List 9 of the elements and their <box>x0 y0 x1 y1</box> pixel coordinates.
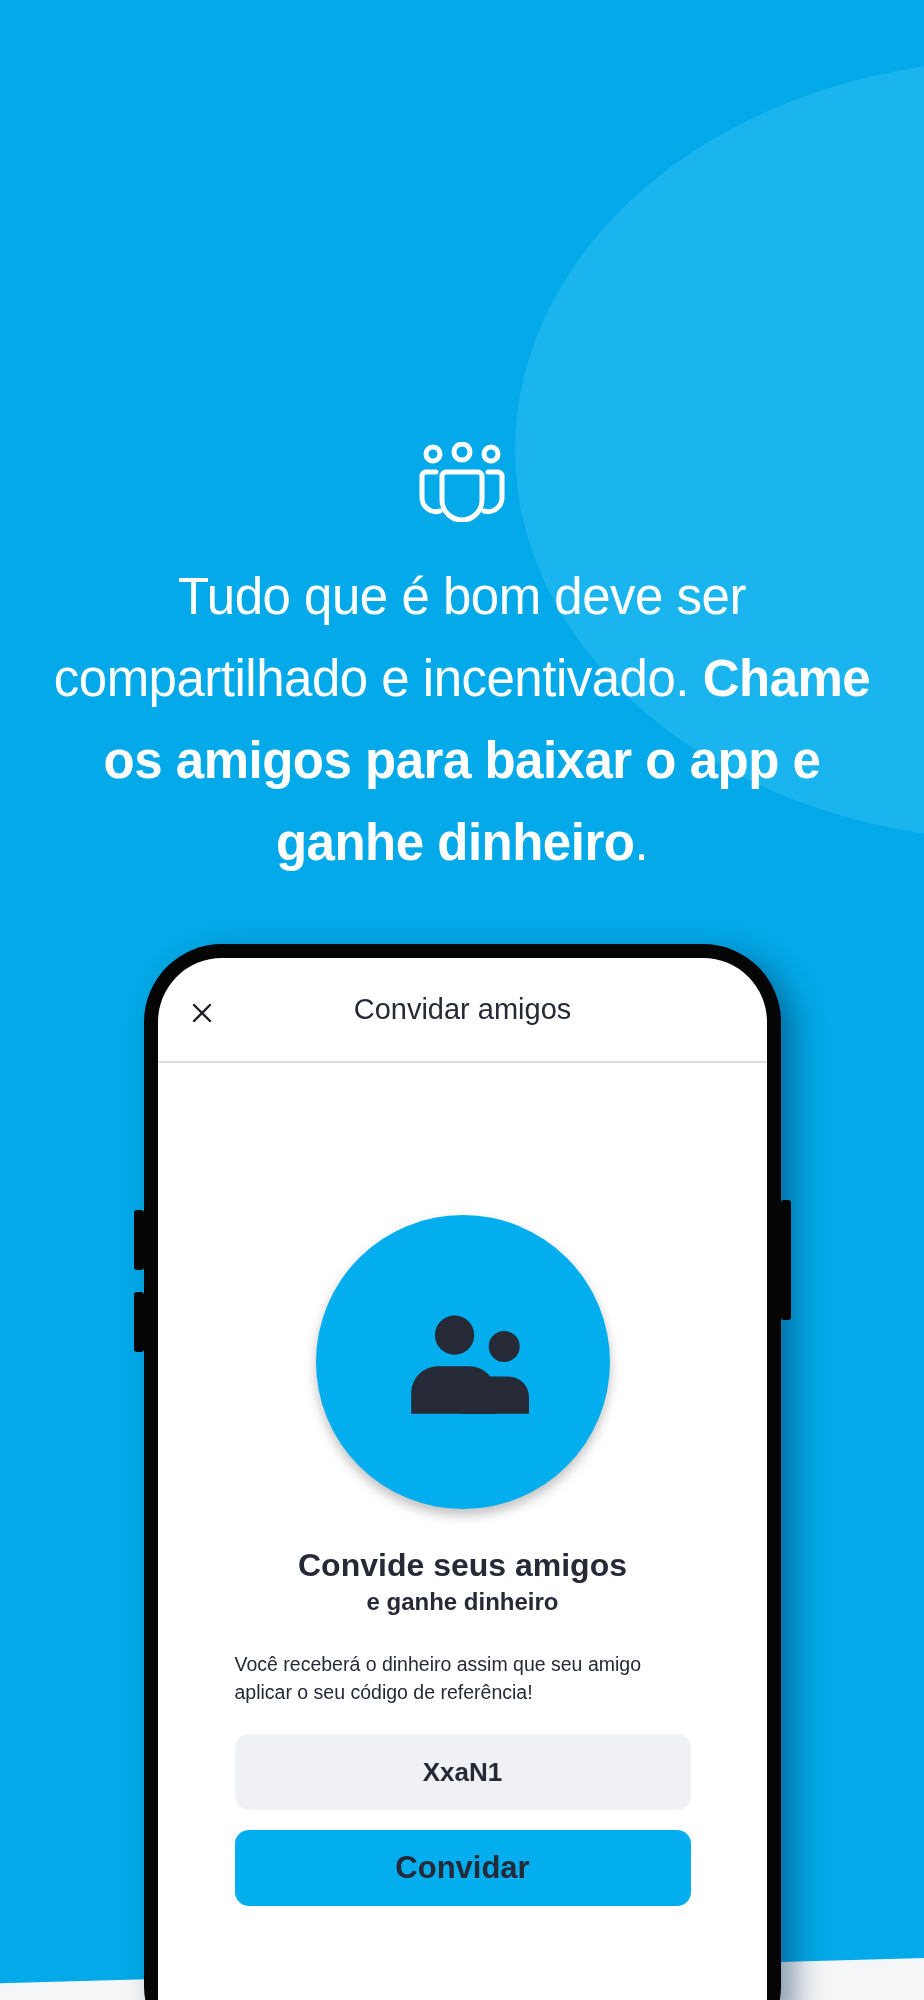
invite-title: Convide seus amigos <box>298 1547 627 1584</box>
description-text: Você receberá o dinheiro assim que seu amigo aplicar o seu código de referência! <box>234 1652 642 1705</box>
invite-subtitle: e ganhe dinheiro <box>366 1588 559 1616</box>
people-group-icon <box>418 442 506 522</box>
close-icon[interactable] <box>190 1001 214 1025</box>
headline: Tudo que é bom deve ser compartilhado e incentivado. Chame os amigos para baixar o app e ganhe dinheiro. <box>52 567 872 873</box>
invite-button[interactable]: Convidar <box>234 1830 691 1906</box>
referral-code-field[interactable]: XxaN1 <box>234 1734 691 1810</box>
screen-title: Convidar amigos <box>353 993 572 1026</box>
